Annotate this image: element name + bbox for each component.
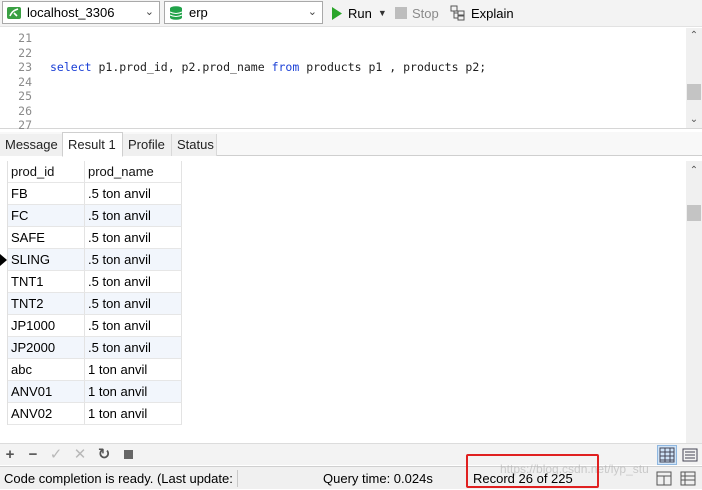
cell-prod-id[interactable]: JP1000 bbox=[8, 315, 85, 337]
line-number: 25 bbox=[18, 89, 32, 103]
sql-keyword: from bbox=[271, 60, 300, 74]
scrollbar-thumb[interactable] bbox=[687, 84, 701, 100]
cell-prod-name[interactable]: .5 ton anvil bbox=[85, 337, 182, 359]
line-number: 24 bbox=[18, 75, 32, 89]
cell-prod-name[interactable]: 1 ton anvil bbox=[85, 403, 182, 425]
apply-icon[interactable]: ✓ bbox=[46, 445, 66, 465]
line-number: 26 bbox=[18, 104, 32, 118]
line-number: 22 bbox=[18, 46, 32, 60]
cell-prod-id[interactable]: TNT2 bbox=[8, 293, 85, 315]
grid-view-small-icon[interactable] bbox=[656, 471, 672, 486]
database-icon bbox=[169, 5, 183, 20]
connection-select[interactable]: localhost_3306 ⌄ bbox=[2, 1, 160, 24]
sql-tables: products p1 , products p2; bbox=[299, 60, 487, 74]
cell-prod-id[interactable]: SAFE bbox=[8, 227, 85, 249]
cell-prod-id[interactable]: TNT1 bbox=[8, 271, 85, 293]
explain-label: Explain bbox=[471, 5, 514, 21]
cell-prod-id[interactable]: ANV01 bbox=[8, 381, 85, 403]
stop-button[interactable]: Stop bbox=[395, 3, 439, 23]
cell-prod-name[interactable]: 1 ton anvil bbox=[85, 359, 182, 381]
stop-icon[interactable] bbox=[118, 445, 138, 465]
query-time: Query time: 0.024s bbox=[323, 471, 433, 486]
tab-message[interactable]: Message bbox=[0, 134, 63, 156]
scroll-down-icon[interactable]: ⌄ bbox=[686, 112, 702, 128]
explain-icon bbox=[450, 5, 465, 21]
scrollbar-thumb[interactable] bbox=[687, 205, 701, 221]
connection-name: localhost_3306 bbox=[27, 5, 115, 20]
line-number: 23 bbox=[18, 60, 32, 74]
add-icon[interactable]: + bbox=[0, 445, 20, 465]
current-row-marker-icon bbox=[0, 254, 7, 266]
sql-query-line[interactable]: select p1.prod_id, p2.prod_name from pro… bbox=[50, 60, 486, 75]
explain-button[interactable]: Explain bbox=[450, 3, 514, 23]
play-icon bbox=[332, 6, 342, 20]
connection-icon bbox=[7, 6, 21, 19]
cell-prod-id[interactable]: FB bbox=[8, 183, 85, 205]
refresh-icon[interactable]: ↻ bbox=[94, 445, 114, 465]
run-label: Run bbox=[348, 5, 372, 21]
grid-view-icon[interactable] bbox=[657, 445, 677, 465]
sql-editor[interactable]: 21 22 23 24 25 26 27 select p1.prod_id, … bbox=[0, 28, 702, 132]
chevron-down-icon: ⌄ bbox=[144, 6, 154, 18]
cell-prod-id[interactable]: JP2000 bbox=[8, 337, 85, 359]
scroll-up-icon[interactable]: ⌃ bbox=[686, 28, 702, 44]
stop-icon bbox=[395, 7, 407, 19]
run-dropdown-icon[interactable]: ▼ bbox=[378, 8, 387, 18]
tab-status[interactable]: Status bbox=[172, 134, 217, 156]
column-header-prod-id[interactable]: prod_id bbox=[8, 161, 85, 183]
run-button[interactable]: Run ▼ bbox=[331, 3, 387, 23]
column-header-prod-name[interactable]: prod_name bbox=[85, 161, 182, 183]
cell-prod-name[interactable]: .5 ton anvil bbox=[85, 227, 182, 249]
form-view-small-icon[interactable] bbox=[680, 471, 696, 486]
form-view-icon[interactable] bbox=[680, 445, 700, 465]
line-number: 21 bbox=[18, 31, 32, 45]
cell-prod-name[interactable]: .5 ton anvil bbox=[85, 271, 182, 293]
cell-prod-name[interactable]: 1 ton anvil bbox=[85, 381, 182, 403]
tab-profile[interactable]: Profile bbox=[123, 134, 172, 156]
cell-prod-name[interactable]: .5 ton anvil bbox=[85, 315, 182, 337]
discard-icon[interactable]: ✕ bbox=[70, 445, 90, 465]
editor-scrollbar[interactable]: ⌃ ⌄ bbox=[686, 28, 702, 128]
chevron-down-icon: ⌄ bbox=[307, 6, 317, 18]
cell-prod-id[interactable]: SLING bbox=[8, 249, 85, 271]
cell-prod-name[interactable]: .5 ton anvil bbox=[85, 293, 182, 315]
query-toolbar: localhost_3306 ⌄ erp ⌄ Run ▼ Stop Explai… bbox=[0, 0, 702, 27]
scroll-up-icon[interactable]: ⌃ bbox=[686, 163, 702, 179]
status-message: Code completion is ready. (Last update: bbox=[4, 471, 233, 486]
delete-icon[interactable]: − bbox=[23, 445, 43, 465]
stop-label: Stop bbox=[412, 5, 439, 21]
cell-prod-name[interactable]: .5 ton anvil bbox=[85, 183, 182, 205]
sql-columns: p1.prod_id, p2.prod_name bbox=[91, 60, 272, 74]
cell-prod-id[interactable]: ANV02 bbox=[8, 403, 85, 425]
result-tabs: Message Result 1 Profile Status bbox=[0, 132, 702, 157]
status-separator bbox=[237, 470, 238, 487]
line-number: 27 bbox=[18, 118, 32, 132]
database-select[interactable]: erp ⌄ bbox=[164, 1, 323, 24]
sql-keyword: select bbox=[50, 60, 92, 74]
cell-prod-name[interactable]: .5 ton anvil bbox=[85, 205, 182, 227]
cell-prod-name[interactable]: .5 ton anvil bbox=[85, 249, 182, 271]
tab-result-1[interactable]: Result 1 bbox=[62, 132, 123, 157]
database-name: erp bbox=[189, 5, 208, 20]
cell-prod-id[interactable]: FC bbox=[8, 205, 85, 227]
highlight-box bbox=[466, 454, 599, 488]
grid-scrollbar[interactable]: ⌃ bbox=[686, 161, 702, 443]
cell-prod-id[interactable]: abc bbox=[8, 359, 85, 381]
line-number-gutter: 21 22 23 24 25 26 27 bbox=[0, 28, 40, 132]
